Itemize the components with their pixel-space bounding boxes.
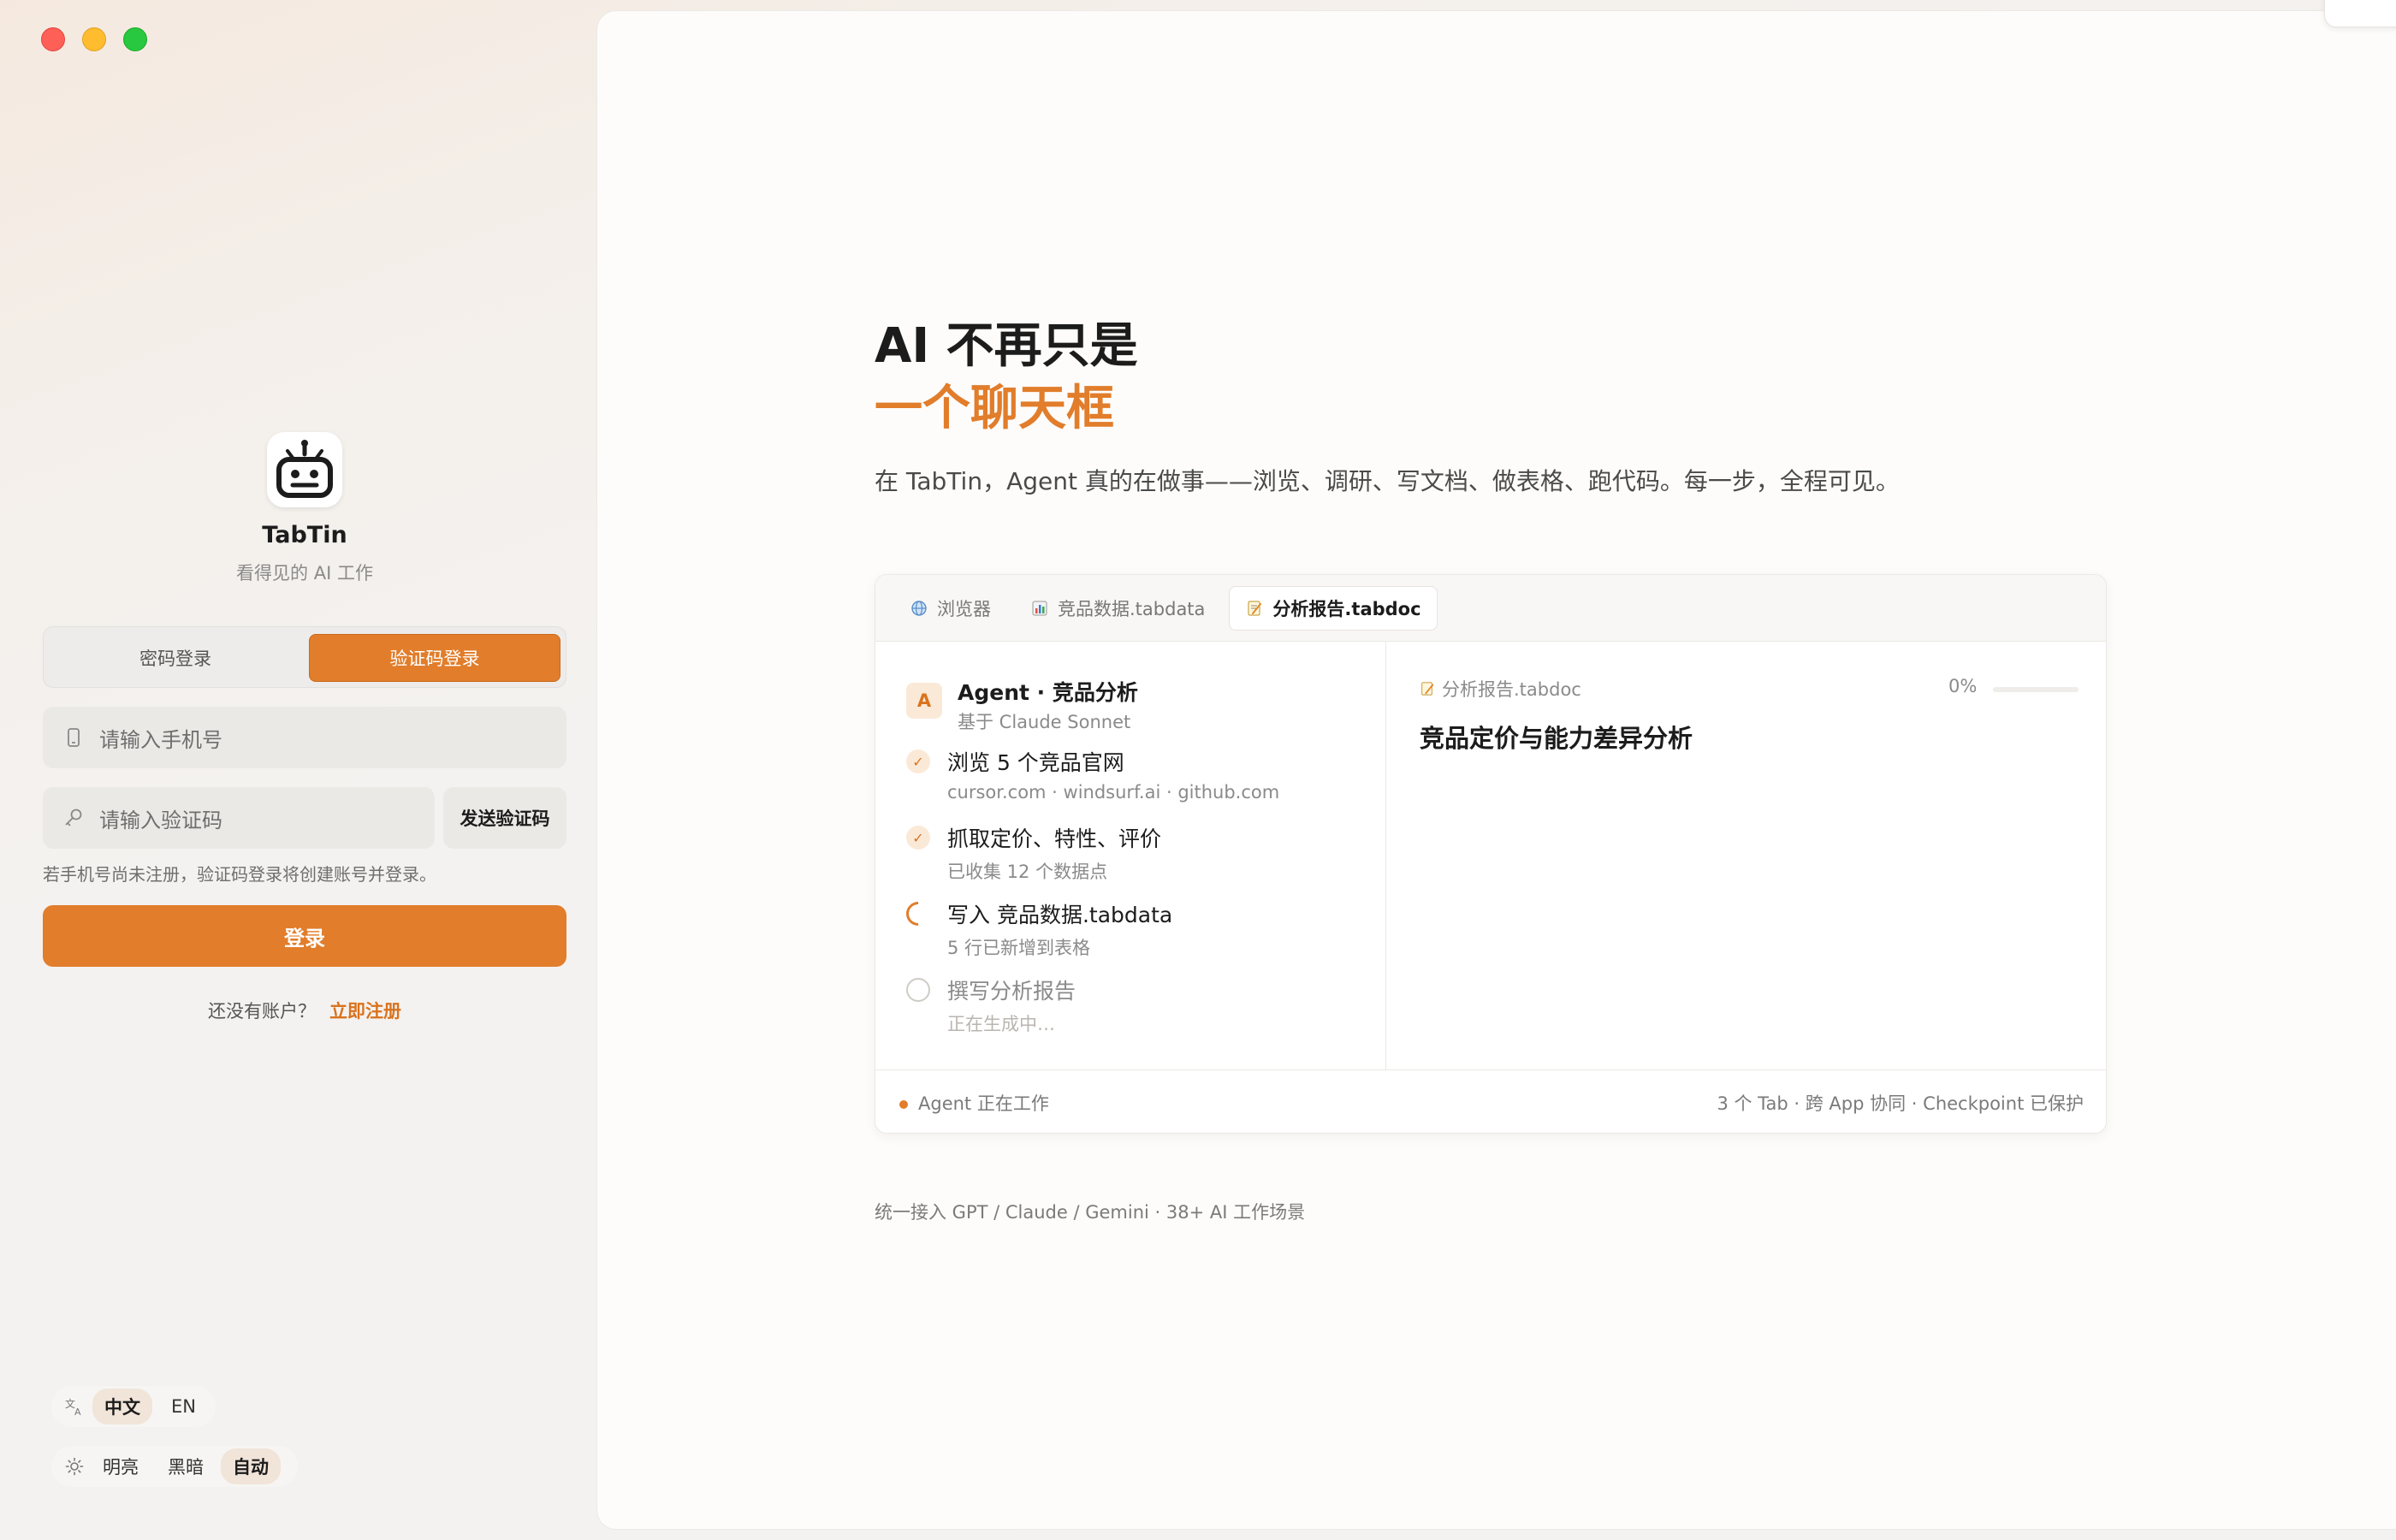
- code-placeholder: 请输入验证码: [99, 808, 222, 832]
- theme-switch: 明亮 黑暗 自动: [51, 1446, 298, 1487]
- pending-circle-icon: [906, 978, 930, 1002]
- demo-tab-bar: 浏览器 竞品数据.tabdata 分析报告.tabdoc: [875, 575, 2106, 642]
- agent-header: A Agent · 竞品分析 基于 Claude Sonnet: [906, 676, 1138, 734]
- doc-progress-bar: [1993, 687, 2079, 692]
- phone-icon: [68, 728, 80, 747]
- model-support-line: 统一接入 GPT / Claude / Gemini · 38+ AI 工作场景: [875, 1202, 1306, 1223]
- agent-title: Agent · 竞品分析: [958, 680, 1138, 705]
- showcase-panel: AI 不再只是 一个聊天框 在 TabTin，Agent 真的在做事——浏览、调…: [597, 11, 2396, 1529]
- spinner-icon: [901, 897, 935, 931]
- tab-code-login[interactable]: 验证码登录: [309, 634, 560, 682]
- step-title: 浏览 5 个竞品官网: [947, 750, 1124, 775]
- translate-icon: 文 A: [63, 1395, 86, 1418]
- bar-chart-icon: [1030, 599, 1049, 618]
- step-item-scrape: ✓ 抓取定价、特性、评价 已收集 12 个数据点: [906, 822, 1161, 884]
- phone-placeholder: 请输入手机号: [99, 727, 222, 752]
- robot-icon: [276, 440, 333, 498]
- app-logo: [267, 432, 342, 507]
- step-detail: cursor.com · windsurf.ai · github.com: [947, 782, 1280, 803]
- agent-status: Agent 正在工作: [899, 1090, 1049, 1116]
- app-window: TabTin 看得见的 AI 工作 密码登录 验证码登录 请输入手机号 请输入验…: [0, 0, 2396, 1540]
- session-info: 3 个 Tab · 跨 App 协同 · Checkpoint 已保护: [1717, 1093, 2084, 1114]
- app-tagline: 看得见的 AI 工作: [236, 563, 373, 583]
- tab-data-sheet[interactable]: 竞品数据.tabdata: [1015, 586, 1220, 631]
- lang-option-en[interactable]: EN: [159, 1391, 208, 1422]
- pane-divider: [1385, 642, 1386, 1069]
- hero-title-line1: AI 不再只是: [875, 318, 1138, 374]
- corner-floating-tab[interactable]: [2324, 0, 2396, 27]
- step-item-browse: ✓ 浏览 5 个竞品官网 cursor.com · windsurf.ai · …: [906, 746, 1279, 803]
- theme-option-light[interactable]: 明亮: [91, 1448, 151, 1484]
- status-dot: [899, 1099, 908, 1109]
- login-mode-switch: 密码登录 验证码登录: [43, 626, 566, 688]
- agent-model: 基于 Claude Sonnet: [958, 712, 1131, 732]
- step-detail: 正在生成中…: [947, 1014, 1055, 1034]
- tab-password-login[interactable]: 密码登录: [50, 634, 300, 682]
- theme-option-dark[interactable]: 黑暗: [156, 1448, 216, 1484]
- key-icon: [65, 808, 82, 826]
- globe-icon: [910, 599, 928, 618]
- memo-icon: [1421, 682, 1434, 696]
- agent-demo-card: 浏览器 竞品数据.tabdata 分析报告.tabdoc A Agent · 竞…: [875, 574, 2107, 1134]
- tab-report-doc[interactable]: 分析报告.tabdoc: [1229, 585, 1438, 631]
- app-name: TabTin: [262, 522, 347, 548]
- tab-label: 分析报告.tabdoc: [1272, 598, 1421, 619]
- agent-status-text: Agent 正在工作: [918, 1093, 1049, 1114]
- phone-input[interactable]: 请输入手机号: [43, 707, 566, 768]
- lang-option-zh[interactable]: 中文: [92, 1389, 152, 1424]
- tab-browser[interactable]: 浏览器: [894, 586, 1006, 631]
- doc-progress-label: 0%: [1948, 676, 1978, 696]
- step-detail: 5 行已新增到表格: [947, 938, 1091, 958]
- sun-icon: [63, 1455, 86, 1478]
- step-title: 写入 竞品数据.tabdata: [947, 903, 1173, 927]
- no-account-text: 还没有账户？: [208, 1001, 316, 1022]
- language-switch: 文 A 中文 EN: [51, 1386, 216, 1427]
- code-input[interactable]: 请输入验证码: [43, 787, 435, 849]
- tab-label: 竞品数据.tabdata: [1058, 598, 1206, 619]
- memo-icon: [1245, 599, 1264, 618]
- tab-label: 浏览器: [937, 598, 991, 619]
- doc-title: 竞品定价与能力差异分析: [1420, 724, 1693, 753]
- step-detail: 已收集 12 个数据点: [947, 862, 1108, 882]
- hero-subtitle: 在 TabTin，Agent 真的在做事——浏览、调研、写文档、做表格、跑代码。…: [875, 467, 1900, 495]
- register-link[interactable]: 立即注册: [329, 1001, 401, 1022]
- step-item-write-report: 撰写分析报告 正在生成中…: [906, 974, 1076, 1036]
- doc-filename: 分析报告.tabdoc: [1420, 676, 1581, 702]
- check-icon: ✓: [906, 749, 930, 773]
- login-panel: TabTin 看得见的 AI 工作 密码登录 验证码登录 请输入手机号 请输入验…: [43, 0, 566, 1540]
- svg-text:A: A: [74, 1407, 81, 1417]
- demo-status-bar: Agent 正在工作 3 个 Tab · 跨 App 协同 · Checkpoi…: [875, 1069, 2106, 1133]
- step-title: 抓取定价、特性、评价: [947, 826, 1162, 851]
- send-code-button[interactable]: 发送验证码: [443, 787, 566, 849]
- step-title: 撰写分析报告: [947, 979, 1076, 1004]
- register-hint: 若手机号尚未注册，验证码登录将创建账号并登录。: [43, 864, 436, 885]
- hero-title-line2: 一个聊天框: [875, 381, 1114, 436]
- register-prompt: 还没有账户？ 立即注册: [43, 998, 566, 1023]
- check-icon: ✓: [906, 826, 930, 850]
- login-button[interactable]: 登录: [43, 905, 566, 967]
- theme-option-auto[interactable]: 自动: [221, 1448, 281, 1484]
- doc-filename-text: 分析报告.tabdoc: [1442, 679, 1581, 700]
- agent-avatar: A: [906, 683, 942, 719]
- step-item-write-data: 写入 竞品数据.tabdata 5 行已新增到表格: [901, 897, 1173, 960]
